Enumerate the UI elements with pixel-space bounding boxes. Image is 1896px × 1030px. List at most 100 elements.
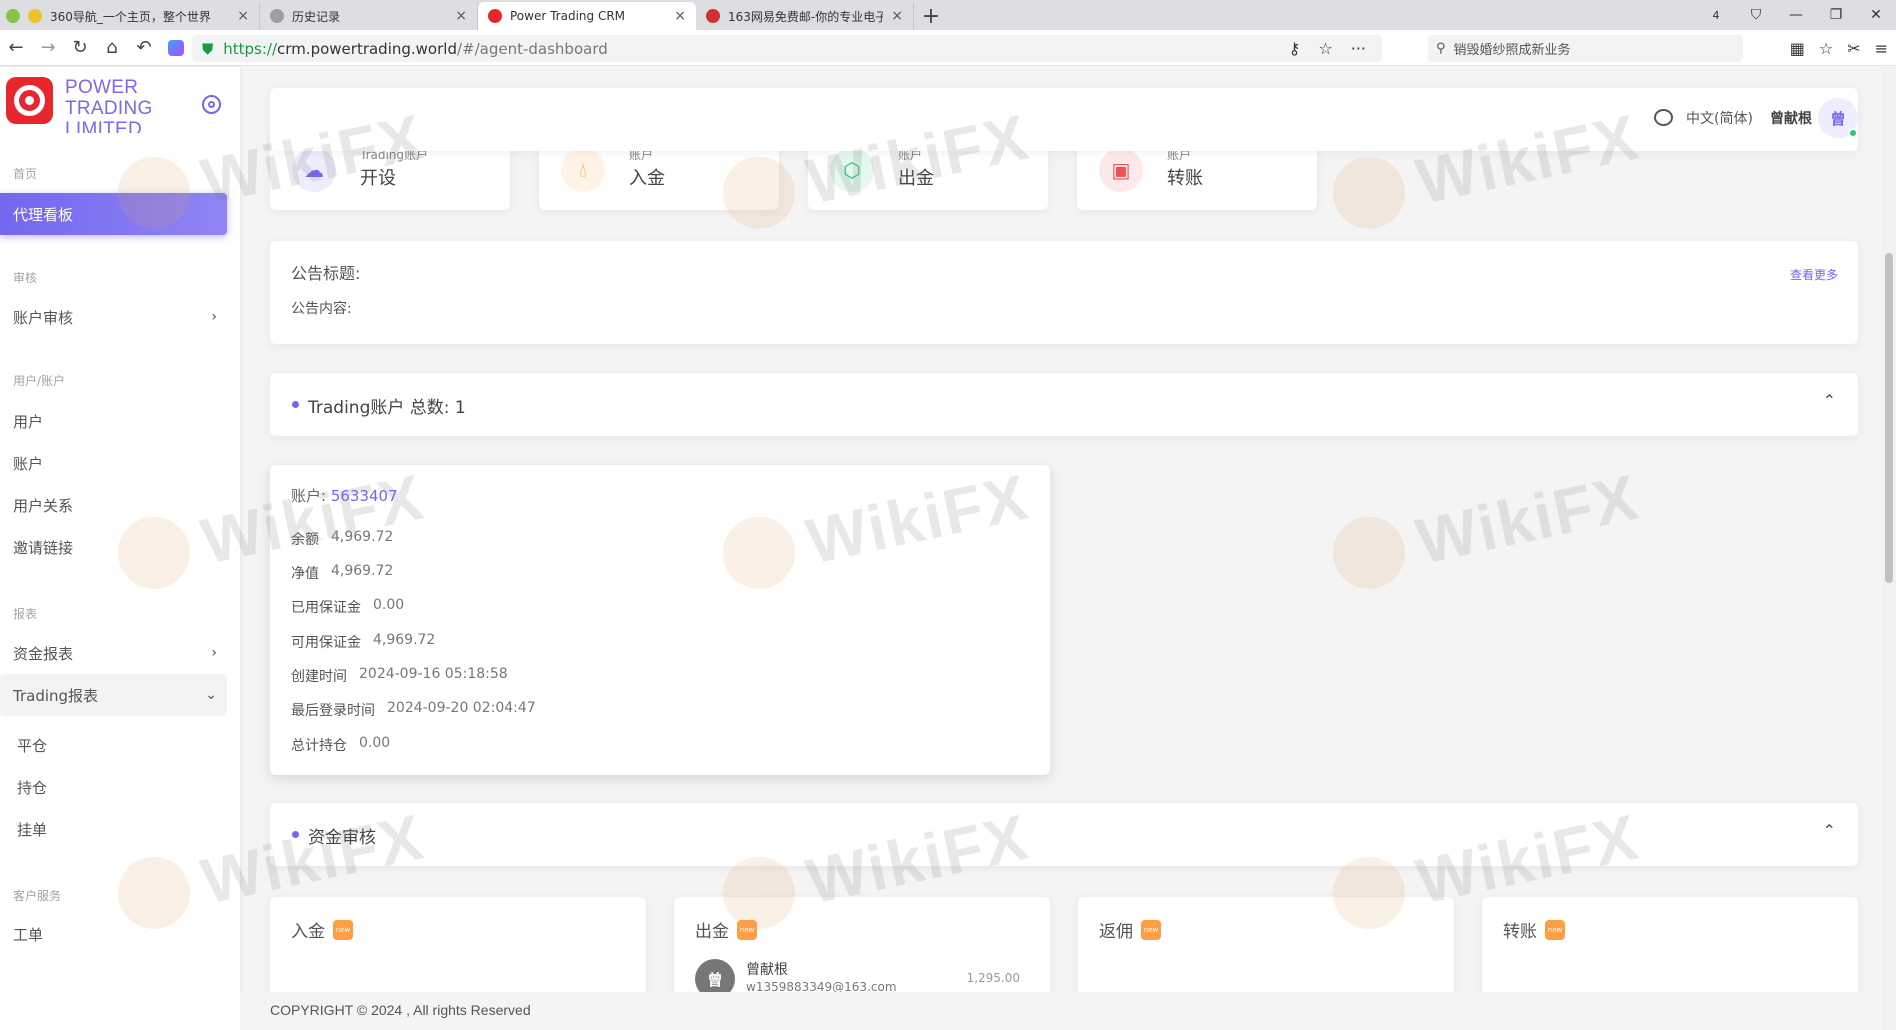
back-icon[interactable]: ← bbox=[0, 30, 32, 66]
chevron-right-icon: › bbox=[211, 645, 217, 661]
sidebar-item-trading-report[interactable]: Trading报表 ⌄ bbox=[0, 674, 227, 716]
nav-section-service: 客户服务 bbox=[13, 889, 62, 903]
address-bar: ← → ↻ ⌂ ↶ ⛊ https://crm.powertrading.wor… bbox=[0, 30, 1896, 66]
account-row-total-positions: 总计持仓 0.00 bbox=[291, 735, 390, 755]
row-label: 创建时间 bbox=[291, 669, 347, 685]
user-name[interactable]: 曾献根 bbox=[1770, 108, 1812, 128]
account-row-last-login: 最后登录时间 2024-09-20 02:04:47 bbox=[291, 700, 536, 720]
sidebar: POWER TRADING LIMITED 首页 代理看板 审核 账户审核 › … bbox=[0, 67, 240, 1030]
row-label: 已用保证金 bbox=[291, 600, 361, 616]
view-more-link[interactable]: 查看更多 bbox=[1790, 266, 1838, 283]
sidebar-item-closed[interactable]: 平仓 bbox=[0, 724, 227, 766]
search-text: 销毁婚纱照成新业务 bbox=[1453, 43, 1571, 58]
copyright-text: COPYRIGHT © 2024 , All rights Reserved bbox=[270, 1002, 531, 1018]
apps-grid-icon[interactable]: ▦ bbox=[1790, 39, 1805, 58]
sidebar-item-users[interactable]: 用户 bbox=[0, 400, 227, 442]
tools-icon[interactable]: ✂ bbox=[1847, 39, 1860, 58]
browser-search-input[interactable]: ⚲ 销毁婚纱照成新业务 bbox=[1428, 35, 1743, 62]
sidebar-item-account-review[interactable]: 账户审核 › bbox=[0, 296, 227, 338]
row-value: 4,969.72 bbox=[373, 632, 436, 648]
chevron-up-icon[interactable]: ⌃ bbox=[1823, 821, 1836, 840]
power-trading-logo-icon bbox=[6, 77, 53, 124]
trading-accounts-header[interactable]: Trading账户 总数: 1 ⌃ bbox=[270, 373, 1858, 436]
star-icon[interactable]: ☆ bbox=[1318, 39, 1332, 58]
home-icon[interactable]: ⌂ bbox=[96, 30, 128, 66]
account-number-link[interactable]: 5633407 bbox=[331, 487, 398, 505]
brand-logo[interactable]: POWER TRADING LIMITED bbox=[6, 77, 165, 133]
new-tab-button[interactable]: + bbox=[914, 2, 948, 30]
sidebar-item-positions[interactable]: 持仓 bbox=[0, 766, 227, 808]
undo-icon[interactable]: ↶ bbox=[128, 30, 160, 66]
tab-title: 360导航_一个主页，整个世界 bbox=[50, 9, 211, 24]
trading-account-card: 账户: 5633407 余额 4,969.72 净值 4,969.72 已用保证… bbox=[270, 465, 1050, 775]
sidebar-item-label: 资金报表 bbox=[13, 644, 74, 663]
browser-tab-history[interactable]: 历史记录 × bbox=[260, 2, 478, 30]
language-switcher[interactable]: 中文(简体) bbox=[1686, 108, 1753, 128]
row-value: 2024-09-20 02:04:47 bbox=[387, 700, 536, 716]
scrollbar-thumb[interactable] bbox=[1885, 253, 1893, 583]
url-field[interactable]: ⛊ https://crm.powertrading.world/#/agent… bbox=[192, 35, 1382, 62]
page-scrollbar[interactable] bbox=[1882, 67, 1896, 1030]
announcement-content: 公告内容: bbox=[291, 301, 352, 317]
sidebar-item-agent-dashboard[interactable]: 代理看板 bbox=[0, 193, 227, 235]
fund-card-title: 入金 bbox=[291, 922, 325, 942]
close-icon[interactable]: × bbox=[237, 8, 249, 24]
account-row-free-margin: 可用保证金 4,969.72 bbox=[291, 632, 435, 652]
sidebar-item-fund-report[interactable]: 资金报表 › bbox=[0, 632, 227, 674]
forward-icon[interactable]: → bbox=[32, 30, 64, 66]
sidebar-item-label: 邀请链接 bbox=[13, 538, 74, 557]
browser-tab-360[interactable]: 360导航_一个主页，整个世界 × bbox=[0, 2, 260, 30]
sidebar-item-invite-link[interactable]: 邀请链接 bbox=[0, 526, 227, 568]
quick-action-label: 开设 bbox=[360, 168, 396, 189]
tab-title: 163网易免费邮-你的专业电子 bbox=[728, 9, 884, 24]
cloud-icon: ☁ bbox=[292, 148, 336, 192]
row-label: 最后登录时间 bbox=[291, 703, 375, 719]
chevron-right-icon: › bbox=[211, 309, 217, 325]
fund-card-title: 返佣 bbox=[1099, 922, 1133, 942]
sidebar-item-label: 账户审核 bbox=[13, 308, 74, 327]
sidebar-item-accounts[interactable]: 账户 bbox=[0, 442, 227, 484]
new-badge: new bbox=[1545, 919, 1565, 940]
account-row-balance: 余额 4,969.72 bbox=[291, 529, 393, 549]
tab-title: 历史记录 bbox=[292, 9, 341, 24]
browser-tab-crm[interactable]: Power Trading CRM × bbox=[478, 2, 696, 30]
close-window-icon[interactable]: ✕ bbox=[1856, 0, 1896, 30]
row-label: 可用保证金 bbox=[291, 635, 361, 651]
sidebar-item-pending[interactable]: 挂单 bbox=[0, 808, 227, 850]
favorites-icon[interactable]: ☆ bbox=[1819, 39, 1833, 58]
more-icon[interactable]: ··· bbox=[1351, 39, 1366, 58]
shirt-icon[interactable]: ⛉ bbox=[1736, 0, 1776, 30]
account-row-used-margin: 已用保证金 0.00 bbox=[291, 597, 404, 617]
fund-card-title: 出金 bbox=[695, 922, 729, 942]
globe-icon bbox=[6, 9, 20, 23]
sidebar-item-tickets[interactable]: 工单 bbox=[0, 913, 227, 955]
row-value: 2024-09-16 05:18:58 bbox=[359, 666, 508, 682]
browser-tab-163[interactable]: 163网易免费邮-你的专业电子 × bbox=[696, 2, 914, 30]
close-icon[interactable]: × bbox=[455, 8, 467, 24]
sidebar-item-label: 工单 bbox=[13, 925, 44, 944]
chat-icon[interactable] bbox=[1654, 109, 1673, 126]
search-icon: ⚲ bbox=[1436, 41, 1446, 56]
tab-count-badge[interactable]: 4 bbox=[1696, 0, 1736, 30]
sidebar-item-user-relations[interactable]: 用户关系 bbox=[0, 484, 227, 526]
sidebar-toggle-icon[interactable] bbox=[202, 95, 221, 114]
fund-card-title: 转账 bbox=[1503, 922, 1537, 942]
minimize-icon[interactable]: — bbox=[1776, 0, 1816, 30]
close-icon[interactable]: × bbox=[674, 8, 686, 24]
top-navbar: 中文(简体) 曾献根 曾 bbox=[270, 88, 1858, 151]
key-icon[interactable]: ⚷ bbox=[1289, 39, 1301, 58]
box-icon: ⬡ bbox=[830, 148, 874, 192]
ai-icon[interactable] bbox=[160, 30, 192, 66]
restore-icon[interactable]: ❐ bbox=[1816, 0, 1856, 30]
fund-review-header[interactable]: 资金审核 ⌃ bbox=[270, 803, 1858, 866]
nav-section-users: 用户/账户 bbox=[13, 374, 66, 388]
menu-icon[interactable]: ≡ bbox=[1875, 39, 1888, 58]
nav-section-reports: 报表 bbox=[13, 607, 38, 621]
reload-icon[interactable]: ↻ bbox=[64, 30, 96, 66]
sidebar-item-label: 用户关系 bbox=[13, 496, 74, 515]
account-title: 账户: 5633407 bbox=[291, 485, 398, 506]
drop-icon: 💧︎ bbox=[561, 148, 605, 192]
sidebar-item-label: 持仓 bbox=[17, 778, 48, 797]
close-icon[interactable]: × bbox=[891, 8, 903, 24]
chevron-up-icon[interactable]: ⌃ bbox=[1823, 391, 1836, 410]
